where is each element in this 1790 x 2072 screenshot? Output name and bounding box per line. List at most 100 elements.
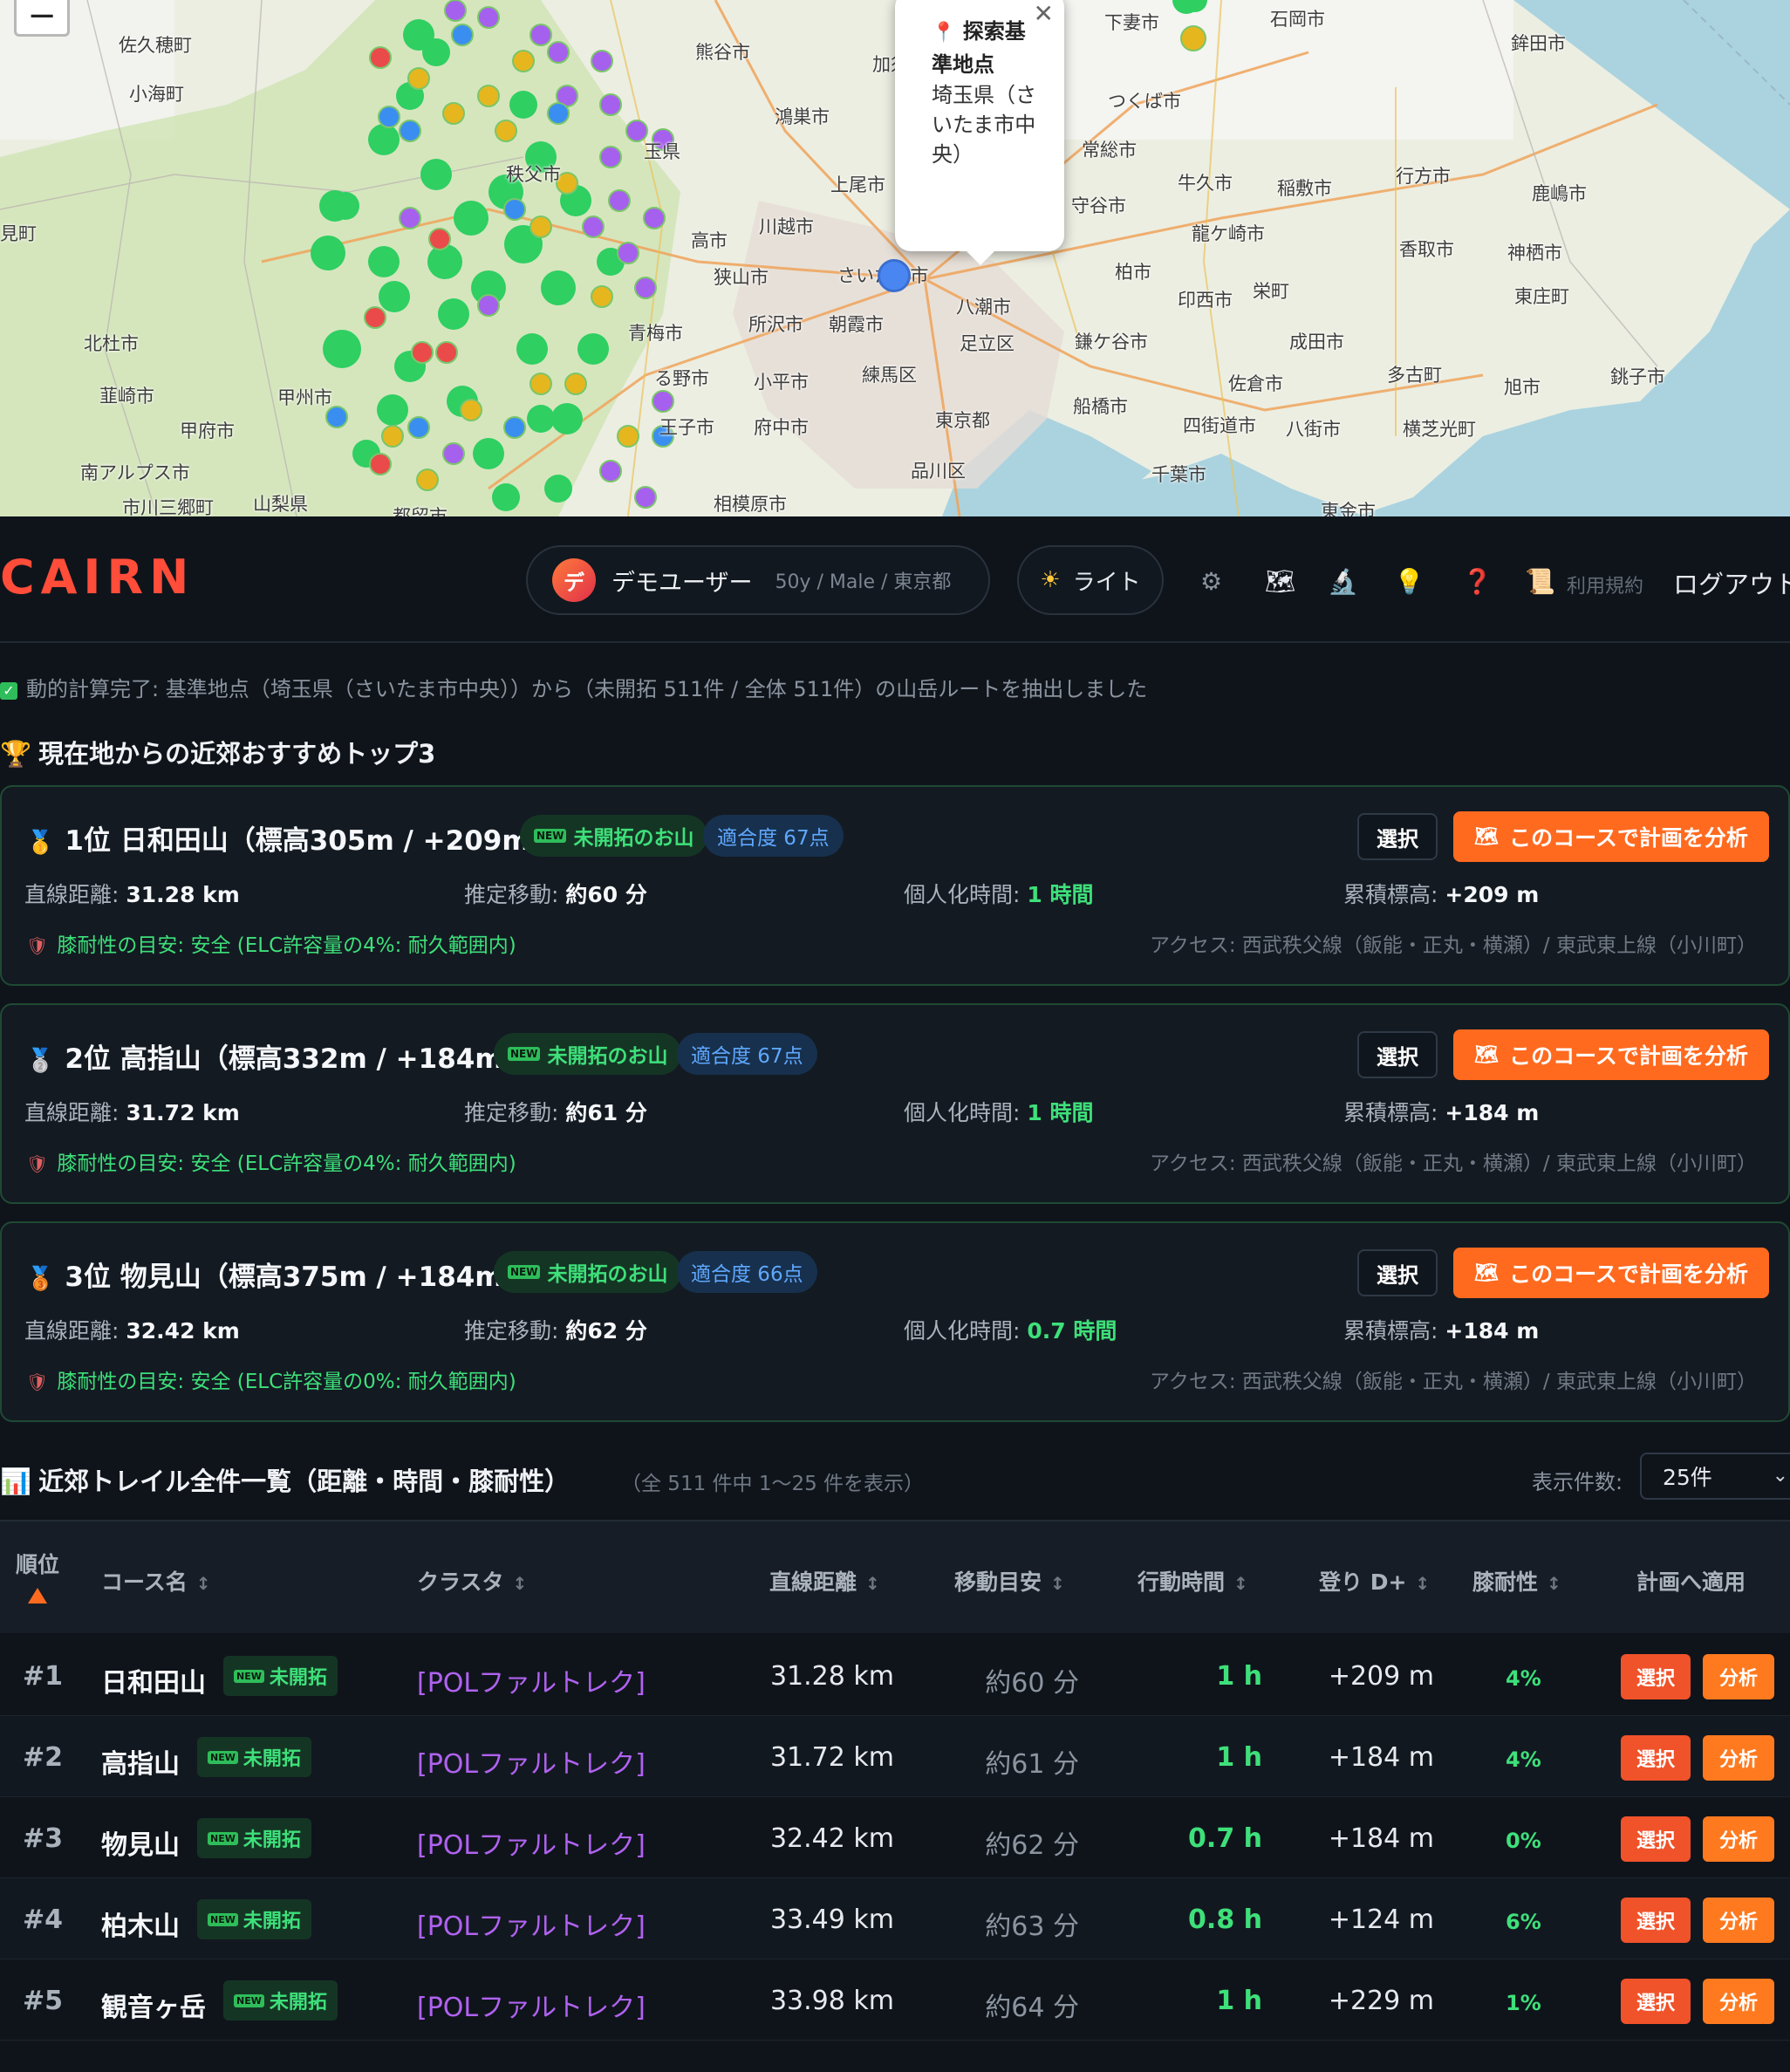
th-knee[interactable]: 膝耐性 ↕ bbox=[1472, 1565, 1561, 1597]
logout-button[interactable]: ログアウト bbox=[1673, 564, 1790, 601]
map-place-label: 北杜市 bbox=[84, 333, 139, 354]
status-message: ✓ 動的計算完了: 基準地点（埼玉県（さいたま市中央））から（未開拓 511件 /… bbox=[0, 672, 1147, 702]
table-row[interactable]: #3 物見山 NEW 未開拓 [POLファルトレク] 32.42 km 約62 分… bbox=[0, 1797, 1790, 1878]
map-place-label: 旭市 bbox=[1504, 377, 1541, 398]
map-place-label: 守谷市 bbox=[1071, 195, 1126, 216]
map-place-label: 王子市 bbox=[659, 417, 714, 438]
map-place-label: 八潮市 bbox=[956, 297, 1011, 318]
select-button[interactable]: 選択 bbox=[1357, 813, 1438, 860]
per-page-select[interactable]: 25件 ⌄ bbox=[1640, 1453, 1790, 1500]
map-icon[interactable]: 🗺 bbox=[1265, 567, 1296, 596]
analyze-plan-button[interactable]: 🗺 このコースで計画を分析 bbox=[1453, 1029, 1769, 1080]
row-distance: 33.98 km bbox=[769, 1986, 894, 2016]
zoom-out-button[interactable]: − bbox=[14, 0, 70, 37]
row-cluster[interactable]: [POLファルトレク] bbox=[417, 1742, 646, 1781]
access-info: アクセス: 西武秩父線（飯能・正丸・横瀬）/ 東武東上線（小川町） bbox=[1150, 1371, 1757, 1393]
row-cluster[interactable]: [POLファルトレク] bbox=[417, 1661, 646, 1699]
th-apply: 計画へ適用 bbox=[1636, 1569, 1746, 1595]
row-analyze-button[interactable]: 分析 bbox=[1703, 1898, 1774, 1943]
row-new-badge: NEW 未開拓 bbox=[223, 1980, 338, 2021]
row-knee: 4% bbox=[1506, 1747, 1541, 1772]
table-row[interactable]: #4 柏木山 NEW 未開拓 [POLファルトレク] 33.49 km 約63 分… bbox=[0, 1878, 1790, 1959]
map-place-label: 東庄町 bbox=[1514, 286, 1569, 307]
row-select-button[interactable]: 選択 bbox=[1621, 1979, 1691, 2024]
row-rank: #3 bbox=[23, 1823, 64, 1854]
map-place-label: 小海町 bbox=[129, 84, 184, 105]
row-distance: 31.72 km bbox=[769, 1742, 894, 1773]
microscope-icon[interactable]: 🔬 bbox=[1328, 567, 1358, 596]
row-select-button[interactable]: 選択 bbox=[1621, 1735, 1691, 1781]
recommendation-card: 🥈 2位 高指山（標高332m / +184m） NEW 未開拓のお山 適合度 67… bbox=[0, 1003, 1790, 1204]
pin-icon: 📍 bbox=[932, 22, 956, 44]
close-icon[interactable]: ✕ bbox=[1034, 2, 1054, 26]
th-time[interactable]: 行動時間 ↕ bbox=[1138, 1565, 1248, 1597]
row-knee: 6% bbox=[1506, 1910, 1541, 1934]
row-analyze-button[interactable]: 分析 bbox=[1703, 1816, 1774, 1862]
knee-tolerance: 🛡 膝耐性の目安: 安全 (ELC許容量の0%: 耐久範囲内) bbox=[26, 1371, 516, 1393]
origin-marker[interactable] bbox=[878, 259, 911, 292]
map-place-label: 常総市 bbox=[1082, 140, 1137, 161]
analyze-plan-button[interactable]: 🗺 このコースで計画を分析 bbox=[1453, 1248, 1769, 1298]
map-place-label: 鹿嶋市 bbox=[1532, 183, 1587, 204]
row-select-button[interactable]: 選択 bbox=[1621, 1898, 1691, 1943]
question-icon[interactable]: ❓ bbox=[1462, 567, 1493, 596]
map-place-label: 朝霞市 bbox=[829, 314, 884, 335]
th-up[interactable]: 登り D+ ↕ bbox=[1319, 1565, 1430, 1597]
map-place-label: 鴻巣市 bbox=[775, 106, 830, 127]
map-place-label: 府中市 bbox=[754, 417, 809, 438]
map-place-label: 青梅市 bbox=[628, 323, 683, 344]
map-icon: 🗺 bbox=[1474, 1262, 1500, 1284]
theme-label: ライト bbox=[1072, 569, 1141, 596]
scroll-icon[interactable]: 📜 bbox=[1525, 567, 1555, 596]
medal-icon: 🥇 bbox=[26, 830, 55, 856]
map-place-label: 四街道市 bbox=[1183, 415, 1256, 436]
row-knee: 4% bbox=[1506, 1666, 1541, 1691]
row-cluster[interactable]: [POLファルトレク] bbox=[417, 1904, 646, 1943]
table-row[interactable]: #5 観音ヶ岳 NEW 未開拓 [POLファルトレク] 33.98 km 約64 … bbox=[0, 1959, 1790, 2041]
map-place-label: 稲敷市 bbox=[1277, 178, 1332, 199]
row-distance: 33.49 km bbox=[769, 1904, 894, 1935]
sun-icon: ☀ bbox=[1040, 567, 1061, 593]
row-analyze-button[interactable]: 分析 bbox=[1703, 1735, 1774, 1781]
row-name: 観音ヶ岳 bbox=[101, 1993, 206, 2023]
lightbulb-icon[interactable]: 💡 bbox=[1394, 567, 1424, 596]
th-cluster[interactable]: クラスタ ↕ bbox=[417, 1565, 527, 1597]
th-move[interactable]: 移動目安 ↕ bbox=[954, 1565, 1065, 1597]
map-place-label: 熊谷市 bbox=[695, 42, 750, 63]
map-place-label: 横芝光町 bbox=[1403, 419, 1476, 440]
row-new-badge: NEW 未開拓 bbox=[197, 1818, 311, 1858]
map-place-label: 見町 bbox=[0, 223, 37, 244]
terms-link[interactable]: 利用規約 bbox=[1567, 571, 1643, 598]
select-button[interactable]: 選択 bbox=[1357, 1249, 1438, 1296]
theme-toggle-button[interactable]: ☀ ライト bbox=[1017, 545, 1164, 615]
row-time: 1 h bbox=[1216, 1742, 1262, 1773]
th-rank[interactable]: 順位 bbox=[16, 1548, 59, 1604]
analyze-plan-button[interactable]: 🗺 このコースで計画を分析 bbox=[1453, 811, 1769, 862]
row-rank: #5 bbox=[23, 1986, 64, 2016]
row-select-button[interactable]: 選択 bbox=[1621, 1816, 1691, 1862]
map-place-label: 鉾田市 bbox=[1511, 33, 1566, 54]
row-cluster[interactable]: [POLファルトレク] bbox=[417, 1823, 646, 1862]
row-distance: 32.42 km bbox=[769, 1823, 894, 1854]
map-place-label: 龍ケ崎市 bbox=[1192, 223, 1265, 244]
knee-tolerance: 🛡 膝耐性の目安: 安全 (ELC許容量の4%: 耐久範囲内) bbox=[26, 934, 516, 957]
map-view[interactable]: 佐久穂町小海町熊谷市加須市下妻市石岡市鉾田市つくば市常総市行方市鹿嶋市上尾市鴻巣… bbox=[0, 0, 1790, 516]
map-icon: 🗺 bbox=[1474, 825, 1500, 848]
select-button[interactable]: 選択 bbox=[1357, 1031, 1438, 1078]
sort-icon: ↕ bbox=[1415, 1573, 1431, 1594]
user-profile-pill[interactable]: デ デモユーザー 50y / Male / 東京都 bbox=[526, 545, 990, 615]
gear-icon[interactable]: ⚙ bbox=[1200, 567, 1222, 596]
row-cluster[interactable]: [POLファルトレク] bbox=[417, 1986, 646, 2024]
row-analyze-button[interactable]: 分析 bbox=[1703, 1654, 1774, 1699]
sort-icon: ↕ bbox=[1233, 1573, 1248, 1594]
row-analyze-button[interactable]: 分析 bbox=[1703, 1979, 1774, 2024]
shield-icon: 🛡 bbox=[26, 1371, 49, 1392]
th-name[interactable]: コース名 ↕ bbox=[101, 1565, 211, 1597]
map-place-label: 下妻市 bbox=[1104, 12, 1159, 33]
th-dist[interactable]: 直線距離 ↕ bbox=[769, 1565, 880, 1597]
stat-move: 推定移動: 約62 分 bbox=[464, 1318, 647, 1344]
row-name: 柏木山 bbox=[101, 1911, 180, 1942]
row-select-button[interactable]: 選択 bbox=[1621, 1654, 1691, 1699]
table-row[interactable]: #1 日和田山 NEW 未開拓 [POLファルトレク] 31.28 km 約60 … bbox=[0, 1635, 1790, 1716]
table-row[interactable]: #2 高指山 NEW 未開拓 [POLファルトレク] 31.72 km 約61 分… bbox=[0, 1716, 1790, 1797]
